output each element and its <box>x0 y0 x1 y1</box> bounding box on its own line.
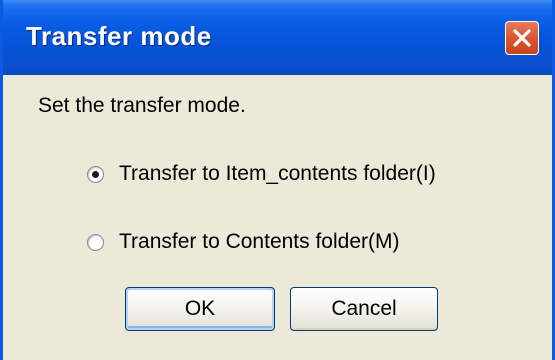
option-contents-label[interactable]: Transfer to Contents folder(M) <box>119 230 400 254</box>
transfer-mode-dialog: Transfer mode Set the transfer mode. Tra… <box>0 0 555 360</box>
ok-button[interactable]: OK <box>125 287 275 331</box>
title-bar[interactable]: Transfer mode <box>3 0 552 75</box>
radio-button-selected[interactable] <box>87 165 104 183</box>
close-icon <box>513 29 531 47</box>
radio-button-unselected[interactable] <box>87 233 104 251</box>
option-contents-folder[interactable]: Transfer to Contents folder(M) <box>87 228 400 256</box>
close-button[interactable] <box>505 21 539 55</box>
radio-selected-dot <box>92 170 99 178</box>
prompt-text: Set the transfer mode. <box>38 94 246 117</box>
cancel-button[interactable]: Cancel <box>290 287 438 331</box>
option-item-contents-label[interactable]: Transfer to Item_contents folder(I) <box>119 162 436 186</box>
option-item-contents-folder[interactable]: Transfer to Item_contents folder(I) <box>87 160 436 188</box>
window-title: Transfer mode <box>26 21 212 51</box>
dialog-body: Set the transfer mode. Transfer to Item_… <box>3 75 552 360</box>
